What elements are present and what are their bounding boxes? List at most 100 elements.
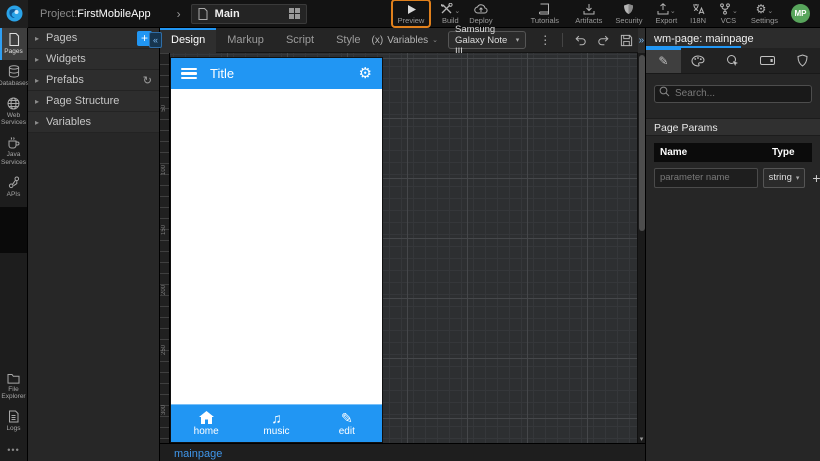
section-arrow-icon: ▸ [35, 75, 40, 85]
refresh-icon[interactable]: ↻ [143, 74, 152, 87]
shield-icon [624, 4, 634, 14]
param-name-input[interactable] [654, 167, 758, 188]
translate-icon [692, 4, 705, 15]
section-variables[interactable]: ▸ Variables [28, 112, 159, 133]
vcs-button[interactable]: ⌄ VCS [719, 2, 738, 25]
api-connector-icon [8, 176, 19, 188]
rail-label: Web Services [1, 111, 26, 127]
more-options-icon[interactable]: ••• [0, 437, 27, 461]
book-icon [539, 3, 550, 15]
tab-styles[interactable] [681, 48, 716, 73]
rail-item-pages[interactable]: Pages [0, 28, 27, 60]
user-avatar[interactable]: MP [791, 4, 810, 23]
settings-button[interactable]: ⚙ ⌄ Settings [751, 2, 778, 25]
home-icon [198, 411, 214, 424]
ruler-tick: 150 [161, 225, 167, 236]
scroll-down-arrow-icon[interactable]: ▾ [638, 435, 645, 443]
hamburger-menu-icon[interactable] [181, 67, 197, 80]
grid-view-icon[interactable] [288, 8, 300, 19]
tab-markup[interactable]: Markup [216, 28, 275, 53]
cloud-upload-icon [474, 4, 488, 14]
security-button[interactable]: Security [615, 2, 642, 25]
save-floppy-icon [620, 34, 632, 46]
nav-label: home [193, 426, 219, 437]
build-button[interactable]: ⌄ Build [440, 2, 460, 25]
tutorials-label: Tutorials [530, 16, 560, 25]
section-label: Widgets [46, 53, 86, 65]
save-button[interactable] [615, 34, 638, 47]
undo-icon [575, 35, 586, 46]
caret-down-icon: ⌄ [454, 8, 461, 15]
nav-label: edit [338, 426, 355, 437]
section-prefabs[interactable]: ▸ Prefabs ↻ [28, 70, 159, 91]
folder-icon [7, 373, 20, 384]
add-param-button[interactable]: + [810, 171, 820, 185]
section-widgets[interactable]: ▸ Widgets [28, 49, 159, 70]
tab-device[interactable] [750, 48, 785, 73]
settings-label: Settings [750, 16, 778, 25]
nav-item-home[interactable]: home [171, 405, 241, 442]
section-label: Page Structure [46, 95, 120, 107]
vertical-ruler: 50 100 150 200 250 300 [160, 53, 170, 443]
rail-item-logs[interactable]: Logs [0, 405, 27, 437]
tab-properties[interactable]: ✎ [646, 48, 681, 73]
nav-item-edit[interactable]: ✎ edit [312, 405, 382, 442]
deploy-button[interactable]: Deploy [469, 2, 493, 25]
rail-item-apis[interactable]: APIs [0, 171, 27, 203]
ruler-tick: 300 [161, 405, 167, 416]
i18n-label: I18N [690, 16, 707, 25]
tab-style[interactable]: Style [325, 28, 371, 53]
preview-button[interactable]: Preview [390, 0, 432, 28]
topbar-right-actions: Artifacts Security ⌄ Export I18N ⌄ VCS ⚙… [575, 2, 810, 25]
rail-item-java-services[interactable]: Java Services [0, 131, 27, 171]
tab-security[interactable] [785, 48, 820, 73]
search-input[interactable] [654, 84, 812, 103]
artifacts-button[interactable]: Artifacts [575, 2, 602, 25]
rail-item-file-explorer[interactable]: File Explorer [0, 368, 27, 406]
phone-page-content[interactable] [171, 89, 382, 404]
phone-title-bar[interactable]: Title ⚙ [171, 58, 382, 89]
design-canvas[interactable]: 50 100 150 200 250 300 Title ⚙ home ♫ mu… [160, 53, 645, 443]
redo-button[interactable] [592, 34, 615, 46]
kebab-menu-icon[interactable]: ⋮ [534, 33, 556, 47]
device-selector-value: Samsung Galaxy Note III [455, 23, 508, 57]
top-bar: Project:FirstMobileApp › Main Preview ⌄ … [0, 0, 820, 28]
tutorials-button[interactable]: Tutorials [531, 2, 559, 25]
tab-design[interactable]: Design [160, 27, 217, 53]
section-label: Prefabs [46, 74, 84, 86]
section-label: Variables [46, 116, 92, 128]
param-type-select[interactable]: string ▾ [763, 167, 805, 188]
expand-panel-button[interactable]: » [637, 27, 646, 53]
rail-item-web-services[interactable]: Web Services [0, 92, 27, 132]
canvas-vertical-scrollbar[interactable]: ▾ [637, 53, 645, 443]
collapse-panel-button[interactable]: « [149, 32, 162, 48]
column-type: Type [772, 146, 795, 158]
project-breadcrumb: Project:FirstMobileApp [40, 8, 151, 20]
section-label: Pages [46, 32, 78, 44]
page-selector-dropdown[interactable]: Main [190, 3, 307, 24]
palette-icon [691, 54, 705, 67]
section-pages[interactable]: ▸ Pages + [28, 28, 159, 49]
export-button[interactable]: ⌄ Export [655, 2, 677, 25]
rail-dark-section [0, 206, 27, 253]
phone-preview[interactable]: Title ⚙ home ♫ music ✎ edit [170, 57, 383, 443]
nav-item-music[interactable]: ♫ music [241, 405, 311, 442]
i18n-button[interactable]: I18N [690, 2, 706, 25]
tab-events[interactable] [716, 48, 751, 73]
ruler-tick: 250 [161, 345, 167, 356]
rail-item-databases[interactable]: Databases [0, 60, 29, 92]
gear-icon[interactable]: ⚙ [359, 66, 372, 81]
properties-panel: wm-page: mainpage ✎ Search... Page Param… [645, 28, 820, 461]
device-selector[interactable]: Samsung Galaxy Note III ▾ [448, 24, 527, 57]
pencil-icon: ✎ [658, 53, 669, 68]
tab-script[interactable]: Script [275, 28, 325, 53]
caret-down-icon: ⌄ [732, 8, 738, 15]
undo-button[interactable] [569, 34, 592, 46]
canvas-toolbar: Design Markup Script Style (x) Variables… [160, 24, 646, 57]
studio-window: Project:FirstMobileApp › Main Preview ⌄ … [0, 0, 820, 461]
rail-label: File Explorer [1, 385, 26, 401]
page-tab-mainpage[interactable]: mainpage [174, 448, 222, 460]
select-caret-icon: ▾ [515, 37, 520, 44]
variables-dropdown[interactable]: (x) Variables ⌄ [372, 35, 439, 46]
section-page-structure[interactable]: ▸ Page Structure [28, 91, 159, 112]
